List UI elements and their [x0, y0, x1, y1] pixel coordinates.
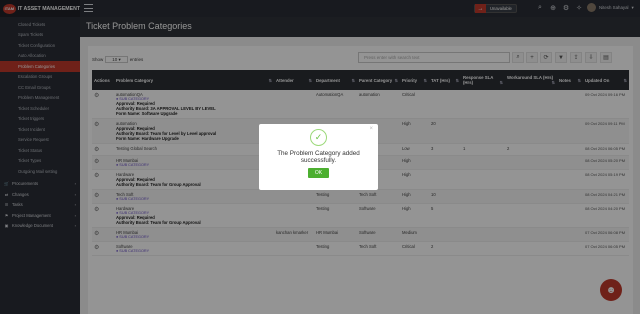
close-icon[interactable]: × — [369, 126, 373, 132]
success-check-icon: ✓ — [310, 129, 327, 146]
modal-backdrop[interactable]: × ✓ The Problem Category added successfu… — [0, 0, 640, 314]
success-dialog: × ✓ The Problem Category added successfu… — [259, 124, 378, 190]
ok-button[interactable]: OK — [307, 168, 330, 178]
dialog-message: The Problem Category added successfully. — [277, 150, 360, 164]
